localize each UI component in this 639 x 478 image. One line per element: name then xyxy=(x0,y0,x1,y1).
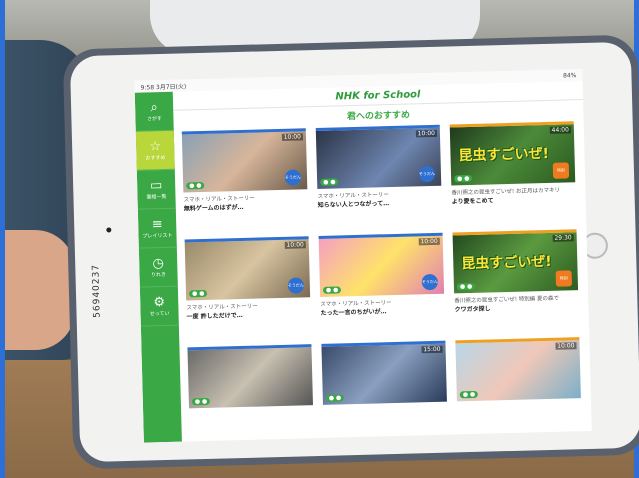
sidebar-item-4[interactable]: ◷ りれき xyxy=(138,247,178,288)
sidebar-item-label: りれき xyxy=(150,271,167,278)
sidebar-item-label: 番組一覧 xyxy=(146,193,167,200)
caption-icon: ● ● xyxy=(186,181,205,190)
video-duration: 10:00 xyxy=(415,129,438,138)
video-title: たった一言のちがいが… xyxy=(320,308,387,317)
caption-icon: ● ● xyxy=(188,289,208,298)
video-card[interactable]: 10:00 ● ● そうだん スマホ・リアル・ストーリー 知らない人とつながって… xyxy=(315,124,443,230)
video-thumbnail[interactable]: 15:00 ● ● xyxy=(321,340,447,405)
sidebar-item-5[interactable]: ⚙ せってい xyxy=(139,286,179,327)
sidebar-item-label: おすすめ xyxy=(145,154,166,161)
video-duration: 44:00 xyxy=(549,126,571,134)
video-series xyxy=(323,405,447,408)
video-thumbnail[interactable]: 10:00 ● ● そうだん xyxy=(184,236,311,301)
video-thumbnail[interactable]: 44:00 昆虫すごいぜ! ● ● 特別 xyxy=(449,121,576,186)
caption-icon: ● ● xyxy=(454,174,473,183)
video-duration: 10:00 xyxy=(281,133,304,141)
video-title xyxy=(323,405,447,408)
tablet-bezel: 56940237 9:58 3月7日(火) 84% ⌕ さがす ☆ おすすめ ▭ 番組一覧… xyxy=(69,41,639,463)
playlist-icon: ≡ xyxy=(151,216,163,232)
video-thumbnail[interactable]: 10:00 ● ● そうだん xyxy=(318,232,445,297)
video-card[interactable]: ● ● xyxy=(187,344,314,442)
video-duration: 10:00 xyxy=(418,237,440,246)
video-title: 知らない人とつながって… xyxy=(317,200,390,209)
app-logo: NHK for School xyxy=(335,88,421,102)
video-card[interactable]: 44:00 昆虫すごいぜ! ● ● 特別 香川照之の昆虫すごいぜ! お正月はカマキリ より… xyxy=(449,121,577,226)
status-battery: 84% xyxy=(563,71,577,80)
app-sidebar: ⌕ さがす ☆ おすすめ ▭ 番組一覧 ≡ プレイリスト ◷ りれき ⚙ せってい xyxy=(134,91,182,443)
video-card[interactable]: 10:00 ● ● そうだん スマホ・リアル・ストーリー 無料ゲームのはずが… xyxy=(181,128,309,233)
caption-icon: ● ● xyxy=(322,286,342,294)
sidebar-item-3[interactable]: ≡ プレイリスト xyxy=(137,208,177,249)
tablet-screen: 9:58 3月7日(火) 84% ⌕ さがす ☆ おすすめ ▭ 番組一覧 ≡ プレイリスト ◷ り… xyxy=(134,69,592,443)
video-card[interactable]: 10:00 ● ● xyxy=(455,337,582,442)
star-icon: ☆ xyxy=(149,138,162,154)
video-series xyxy=(457,401,581,404)
gear-icon: ⚙ xyxy=(153,294,166,310)
video-title xyxy=(457,401,581,404)
sidebar-item-label: さがす xyxy=(146,115,163,122)
video-title: 一度 許しただけで… xyxy=(186,311,243,321)
student-hand xyxy=(0,230,75,350)
status-time: 9:58 3月7日(火) xyxy=(140,82,187,92)
tablet-device: 56940237 9:58 3月7日(火) 84% ⌕ さがす ☆ おすすめ ▭ 番組一覧… xyxy=(62,34,639,470)
video-duration: 15:00 xyxy=(421,345,443,354)
clock-icon: ◷ xyxy=(152,255,165,271)
thumbnail-title-text: 昆虫すごいぜ! xyxy=(461,253,552,273)
video-card[interactable]: 10:00 ● ● そうだん スマホ・リアル・ストーリー たった一言のちがいが… xyxy=(318,232,446,338)
caption-icon: ● ● xyxy=(459,390,479,399)
sidebar-item-2[interactable]: ▭ 番組一覧 xyxy=(136,169,176,210)
video-card[interactable]: 10:00 ● ● そうだん スマホ・リアル・ストーリー 一度 許しただけで… xyxy=(184,236,312,341)
sidebar-item-0[interactable]: ⌕ さがす xyxy=(134,91,174,132)
sidebar-item-1[interactable]: ☆ おすすめ xyxy=(135,130,175,171)
sidebar-item-label: プレイリスト xyxy=(142,232,173,240)
video-card[interactable]: 15:00 ● ● xyxy=(321,340,448,443)
category-badge: 特別 xyxy=(552,162,570,179)
video-grid: 10:00 ● ● そうだん スマホ・リアル・ストーリー 無料ゲームのはずが… 10:00… xyxy=(181,121,586,443)
video-title xyxy=(189,408,313,411)
front-camera xyxy=(106,227,112,233)
category-badge: そうだん xyxy=(287,277,305,294)
video-card[interactable]: 29:30 昆虫すごいぜ! ● ● 特別 香川照之の昆虫すごいぜ! 特別編 夏の森で クワ… xyxy=(452,229,580,334)
monitor-icon: ▭ xyxy=(149,177,163,193)
category-badge: そうだん xyxy=(418,165,436,183)
video-thumbnail[interactable]: 10:00 ● ● xyxy=(455,337,581,402)
device-serial-label: 56940237 xyxy=(91,263,103,318)
video-duration: 10:00 xyxy=(284,241,306,249)
thumbnail-title-text: 昆虫すごいぜ! xyxy=(458,145,550,165)
caption-icon: ● ● xyxy=(456,282,476,291)
video-title: クワガタ探し xyxy=(454,305,491,314)
video-thumbnail[interactable]: 10:00 ● ● そうだん xyxy=(315,124,442,189)
category-badge: そうだん xyxy=(421,273,439,291)
caption-icon: ● ● xyxy=(320,178,339,186)
video-series xyxy=(189,408,313,411)
category-badge: そうだん xyxy=(284,169,302,186)
search-icon: ⌕ xyxy=(150,99,158,115)
video-title: 無料ゲームのはずが… xyxy=(183,203,244,213)
category-badge: 特別 xyxy=(555,270,572,287)
caption-icon: ● ● xyxy=(191,397,211,406)
video-thumbnail[interactable]: ● ● xyxy=(187,344,313,409)
caption-icon: ● ● xyxy=(325,394,345,402)
sidebar-item-label: せってい xyxy=(149,310,170,317)
video-duration: 29:30 xyxy=(552,234,574,242)
video-thumbnail[interactable]: 10:00 ● ● そうだん xyxy=(181,128,308,193)
video-title: より愛をこめて xyxy=(451,197,494,206)
video-duration: 10:00 xyxy=(555,342,577,350)
left-frame-edge xyxy=(0,0,5,478)
video-thumbnail[interactable]: 29:30 昆虫すごいぜ! ● ● 特別 xyxy=(452,229,579,294)
